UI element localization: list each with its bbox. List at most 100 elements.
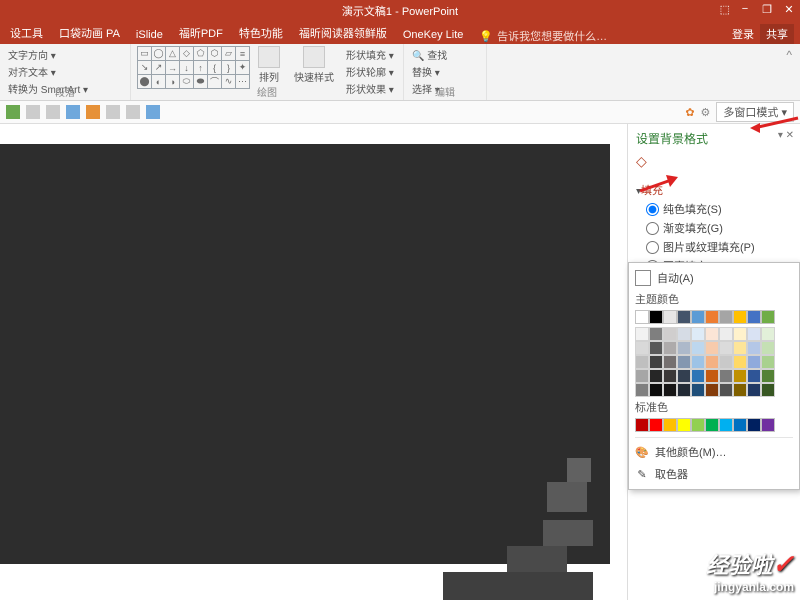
qat-icon-5[interactable] xyxy=(86,105,100,119)
color-swatch[interactable] xyxy=(719,369,733,383)
tab-5[interactable]: 福昕阅读器领鲜版 xyxy=(291,22,395,44)
color-swatch[interactable] xyxy=(733,310,747,324)
color-swatch[interactable] xyxy=(747,355,761,369)
tab-2[interactable]: iSlide xyxy=(128,26,171,44)
color-swatch[interactable] xyxy=(733,355,747,369)
color-swatch[interactable] xyxy=(663,369,677,383)
align-text-button[interactable]: 对齐文本 ▾ xyxy=(6,63,124,80)
slide-canvas-area[interactable] xyxy=(0,124,627,600)
color-swatch[interactable] xyxy=(719,383,733,397)
arrange-button[interactable]: 排列 xyxy=(254,46,284,84)
qat-icon-6[interactable] xyxy=(106,105,120,119)
color-swatch[interactable] xyxy=(761,310,775,324)
radio-picture[interactable] xyxy=(646,241,659,254)
pane-close-button[interactable]: ▾ ✕ xyxy=(778,130,794,141)
qat-icon-1[interactable] xyxy=(6,105,20,119)
qat-icon-8[interactable] xyxy=(146,105,160,119)
qat-icon-7[interactable] xyxy=(126,105,140,119)
opt-gradient-fill[interactable]: 渐变填充(G) xyxy=(646,220,794,236)
color-auto-item[interactable]: 自动(A) xyxy=(635,267,793,289)
section-fill-title[interactable]: 填充 xyxy=(636,182,794,198)
color-swatch[interactable] xyxy=(677,355,691,369)
shapes-gallery[interactable]: ▭◯△◇⬠⬡▱≡ ↘↗→↓↑{}✦ ⬤◐◑⬭⬬⌒∿⋯ xyxy=(137,46,248,87)
color-swatch[interactable] xyxy=(649,369,663,383)
color-swatch[interactable] xyxy=(663,418,677,432)
color-swatch[interactable] xyxy=(663,310,677,324)
collapse-ribbon-icon[interactable]: ^ xyxy=(778,44,800,100)
color-swatch[interactable] xyxy=(747,418,761,432)
color-swatch[interactable] xyxy=(705,327,719,341)
tab-1[interactable]: 口袋动画 PA xyxy=(51,22,128,44)
color-swatch[interactable] xyxy=(733,418,747,432)
color-swatch[interactable] xyxy=(677,369,691,383)
color-swatch[interactable] xyxy=(761,383,775,397)
share-button[interactable]: 共享 xyxy=(760,24,794,44)
quick-styles-button[interactable]: 快速样式 xyxy=(290,46,338,84)
color-swatch[interactable] xyxy=(649,327,663,341)
color-swatch[interactable] xyxy=(761,369,775,383)
tab-6[interactable]: OneKey Lite xyxy=(395,26,472,44)
color-swatch[interactable] xyxy=(635,418,649,432)
qat-icon-4[interactable] xyxy=(66,105,80,119)
color-swatch[interactable] xyxy=(719,341,733,355)
color-swatch[interactable] xyxy=(691,310,705,324)
tab-0[interactable]: 设工具 xyxy=(2,22,51,44)
color-swatch[interactable] xyxy=(747,341,761,355)
close-button[interactable]: ✕ xyxy=(782,2,796,16)
color-swatch[interactable] xyxy=(691,383,705,397)
find-button[interactable]: 🔍 查找 xyxy=(410,46,480,63)
color-swatch[interactable] xyxy=(705,355,719,369)
color-swatch[interactable] xyxy=(677,418,691,432)
color-swatch[interactable] xyxy=(691,355,705,369)
color-swatch[interactable] xyxy=(691,341,705,355)
slide[interactable] xyxy=(0,144,610,564)
color-swatch[interactable] xyxy=(691,418,705,432)
color-swatch[interactable] xyxy=(677,310,691,324)
color-swatch[interactable] xyxy=(649,341,663,355)
qat-icon-3[interactable] xyxy=(46,105,60,119)
color-swatch[interactable] xyxy=(761,327,775,341)
color-swatch[interactable] xyxy=(705,341,719,355)
color-swatch[interactable] xyxy=(691,327,705,341)
tell-me-box[interactable]: 💡 告诉我您想要做什么… xyxy=(479,28,607,44)
color-swatch[interactable] xyxy=(635,310,649,324)
color-swatch[interactable] xyxy=(635,355,649,369)
color-swatch[interactable] xyxy=(761,341,775,355)
shape-fill-button[interactable]: 形状填充 ▾ xyxy=(344,46,396,63)
color-swatch[interactable] xyxy=(733,369,747,383)
color-swatch[interactable] xyxy=(677,383,691,397)
text-direction-button[interactable]: 文字方向 ▾ xyxy=(6,46,124,63)
color-swatch[interactable] xyxy=(761,418,775,432)
ribbon-display-icon[interactable]: ⬚ xyxy=(720,3,730,16)
replace-button[interactable]: 替换 ▾ xyxy=(410,63,480,80)
shape-outline-button[interactable]: 形状轮廓 ▾ xyxy=(344,63,396,80)
qat-gear-icon[interactable]: ⚙ xyxy=(701,106,711,119)
color-swatch[interactable] xyxy=(719,327,733,341)
color-swatch[interactable] xyxy=(649,355,663,369)
color-swatch[interactable] xyxy=(705,369,719,383)
color-swatch[interactable] xyxy=(635,341,649,355)
radio-solid[interactable] xyxy=(646,203,659,216)
restore-button[interactable]: ❐ xyxy=(760,2,774,16)
color-swatch[interactable] xyxy=(691,369,705,383)
fill-category-icon[interactable]: ◇ xyxy=(636,153,794,170)
color-swatch[interactable] xyxy=(719,355,733,369)
color-swatch[interactable] xyxy=(663,355,677,369)
color-swatch[interactable] xyxy=(747,310,761,324)
color-swatch[interactable] xyxy=(747,327,761,341)
opt-solid-fill[interactable]: 纯色填充(S) xyxy=(646,201,794,217)
color-swatch[interactable] xyxy=(733,327,747,341)
qat-icon-2[interactable] xyxy=(26,105,40,119)
color-swatch[interactable] xyxy=(705,418,719,432)
color-swatch[interactable] xyxy=(705,310,719,324)
more-colors-item[interactable]: 🎨其他颜色(M)… xyxy=(635,441,793,463)
color-swatch[interactable] xyxy=(705,383,719,397)
tab-4[interactable]: 特色功能 xyxy=(231,22,291,44)
color-swatch[interactable] xyxy=(663,327,677,341)
color-swatch[interactable] xyxy=(761,355,775,369)
color-swatch[interactable] xyxy=(663,383,677,397)
color-swatch[interactable] xyxy=(733,383,747,397)
color-swatch[interactable] xyxy=(747,383,761,397)
opt-picture-fill[interactable]: 图片或纹理填充(P) xyxy=(646,239,794,255)
color-swatch[interactable] xyxy=(747,369,761,383)
